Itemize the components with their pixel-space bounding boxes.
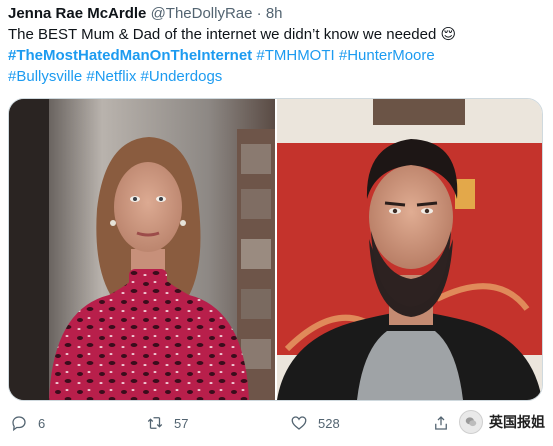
man-portrait-photo[interactable] [277, 99, 542, 400]
chat-bubble-icon [465, 417, 477, 427]
heart-icon [291, 416, 307, 430]
reply-action[interactable]: 6 [10, 414, 45, 432]
hashtag-link[interactable]: #Bullysville [8, 68, 82, 85]
hashtag-link[interactable]: #Underdogs [136, 68, 223, 85]
tweet-media[interactable] [8, 98, 543, 401]
watermark-logo-icon [459, 410, 483, 434]
woman-portrait-photo[interactable] [9, 99, 275, 400]
watermark-text: 英国报姐 [489, 414, 545, 430]
tweet-text: The BEST Mum & Dad of the internet we di… [8, 24, 538, 87]
like-action[interactable]: 528 [290, 414, 340, 432]
retweet-action[interactable]: 57 [146, 414, 188, 432]
retweet-icon [147, 417, 163, 429]
hashtag-link[interactable]: #TheMostHatedManOnTheInternet [8, 47, 252, 64]
hashtags-line-2: #Bullysville #Netflix #Underdogs [8, 68, 222, 85]
like-count: 528 [318, 415, 340, 431]
reply-count: 6 [38, 415, 46, 431]
man-portrait-image [277, 99, 542, 400]
hashtag-link[interactable]: #Netflix [82, 68, 136, 85]
woman-portrait-image [9, 99, 275, 400]
tweet-text-main: The BEST Mum & Dad of the internet we di… [8, 26, 441, 43]
hashtags-line-1: #TheMostHatedManOnTheInternet #TMHMOTI #… [8, 47, 435, 64]
share-action[interactable] [432, 414, 450, 432]
tweet-header: Jenna Rae McArdle @TheDollyRae · 8h [8, 4, 283, 24]
retweet-count: 57 [174, 415, 189, 431]
author-name[interactable]: Jenna Rae McArdle [8, 5, 146, 22]
share-icon [435, 416, 447, 430]
watermark: 英国报姐 [459, 410, 545, 434]
tweet: Jenna Rae McArdle @TheDollyRae · 8h The … [0, 0, 553, 446]
relieved-face-emoji: 😌 [440, 26, 457, 43]
hashtag-link[interactable]: #HunterMoore [335, 47, 435, 64]
author-handle-time[interactable]: @TheDollyRae · 8h [151, 5, 283, 22]
reply-icon [12, 416, 26, 432]
hashtag-link[interactable]: #TMHMOTI [252, 47, 334, 64]
